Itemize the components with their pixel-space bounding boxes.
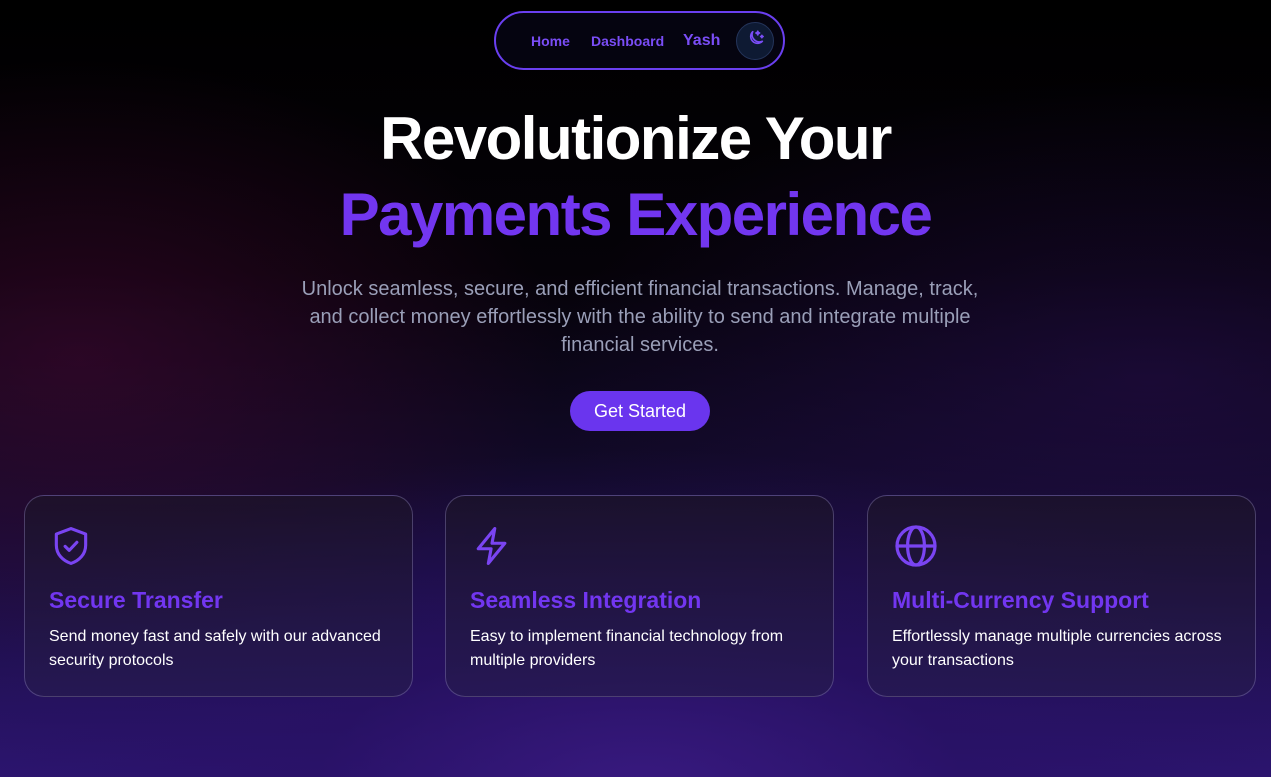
nav-dashboard-link[interactable]: Dashboard	[591, 13, 664, 68]
top-navbar: Home Dashboard Yash	[494, 11, 785, 70]
feature-description: Send money fast and safely with our adva…	[49, 628, 381, 669]
lightning-icon	[470, 522, 518, 570]
feature-title: Seamless Integration	[470, 587, 702, 613]
hero-title-line2: Payments Experience	[339, 181, 933, 248]
nav-home-link[interactable]: Home	[531, 13, 570, 68]
feature-card-seamless-integration: Seamless Integration Easy to implement f…	[445, 495, 834, 697]
feature-description: Easy to implement financial technology f…	[470, 628, 784, 669]
hero-title-line1: Revolutionize Your	[380, 105, 892, 172]
feature-description: Effortlessly manage multiple currencies …	[892, 628, 1222, 669]
hero-subtitle: Unlock seamless, secure, and efficient f…	[301, 278, 979, 356]
theme-toggle-button[interactable]	[736, 22, 774, 60]
feature-card-multi-currency: Multi-Currency Support Effortlessly mana…	[867, 495, 1256, 697]
moon-stars-icon	[744, 28, 766, 55]
shield-check-icon	[49, 522, 97, 570]
feature-title: Secure Transfer	[49, 587, 223, 613]
get-started-button[interactable]: Get Started	[570, 391, 710, 431]
globe-icon	[892, 522, 940, 570]
feature-title: Multi-Currency Support	[892, 587, 1149, 613]
nav-user-name[interactable]: Yash	[683, 13, 720, 68]
feature-card-secure-transfer: Secure Transfer Send money fast and safe…	[24, 495, 413, 697]
